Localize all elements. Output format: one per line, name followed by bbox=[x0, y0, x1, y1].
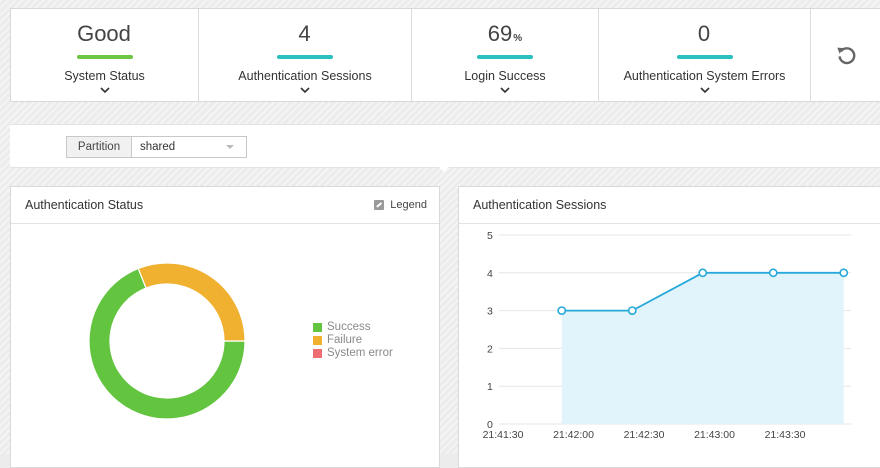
x-tick-label: 21:42:00 bbox=[553, 429, 594, 441]
x-tick-label: 21:41:30 bbox=[483, 429, 524, 441]
panel-header: Authentication Sessions bbox=[459, 187, 880, 224]
stat-value: 0 bbox=[697, 21, 711, 46]
stat-value: 69% bbox=[487, 21, 523, 46]
stat-authentication-system-errors[interactable]: 0 Authentication System Errors bbox=[599, 9, 811, 101]
legend-toggle[interactable]: Legend bbox=[374, 199, 427, 211]
data-point[interactable] bbox=[627, 306, 637, 315]
stat-color-bar bbox=[676, 55, 733, 59]
stat-value: 4 bbox=[298, 21, 311, 46]
legend-swatch bbox=[313, 323, 322, 332]
partition-bar: Partition shared bbox=[10, 124, 880, 168]
x-tick-label: 21:42:30 bbox=[624, 429, 665, 441]
legend-item-system-error: System error bbox=[313, 347, 393, 360]
y-tick-label: 5 bbox=[487, 230, 493, 242]
y-tick-label: 1 bbox=[487, 381, 493, 393]
x-tick-label: 21:43:30 bbox=[765, 429, 806, 441]
stat-color-bar bbox=[477, 55, 533, 59]
y-tick-label: 2 bbox=[487, 343, 493, 355]
donut-legend: Success Failure System error bbox=[313, 321, 393, 360]
partition-select[interactable]: shared bbox=[131, 136, 247, 158]
data-point[interactable] bbox=[698, 268, 708, 278]
panel-header: Authentication Status Legend bbox=[11, 187, 439, 224]
donut-slice-failure bbox=[137, 262, 246, 342]
series-area bbox=[561, 272, 844, 424]
checkbox-icon bbox=[374, 200, 385, 210]
stat-label: System Status bbox=[64, 69, 145, 83]
auth-status-panel: Authentication Status Legend Success Fai… bbox=[10, 186, 440, 468]
y-tick-label: 4 bbox=[487, 268, 493, 280]
legend-swatch bbox=[313, 349, 322, 358]
partition-selected-value: shared bbox=[140, 141, 176, 153]
stat-color-bar bbox=[277, 55, 333, 59]
stat-system-status[interactable]: Good System Status bbox=[11, 9, 199, 101]
data-point[interactable] bbox=[557, 306, 567, 315]
stat-color-bar bbox=[76, 55, 133, 59]
status-summary-bar: Good System Status 4 Authentication Sess… bbox=[10, 8, 880, 102]
data-point[interactable] bbox=[768, 268, 778, 278]
chevron-down-icon[interactable] bbox=[99, 86, 111, 94]
sessions-line-chart: 01234521:41:30 21:42:00 21:42:30 21:43:00 21… bbox=[483, 230, 851, 441]
x-tick-label: 21:43:00 bbox=[694, 429, 735, 441]
refresh-button[interactable] bbox=[811, 9, 880, 101]
pointer-caret bbox=[437, 165, 451, 172]
chevron-down-icon[interactable] bbox=[499, 86, 511, 94]
chevron-down-icon[interactable] bbox=[699, 86, 711, 94]
legend-item-success: Success bbox=[313, 321, 393, 334]
auth-sessions-panel: Authentication Sessions 0 1 2 3 4 5 21:41:30 21… bbox=[458, 186, 880, 468]
stat-label: Authentication System Errors bbox=[623, 69, 786, 83]
stat-label: Login Success bbox=[464, 69, 546, 83]
data-point[interactable] bbox=[839, 268, 849, 278]
stat-login-success[interactable]: 69% Login Success bbox=[412, 9, 599, 101]
refresh-icon bbox=[837, 47, 856, 65]
panel-title: Authentication Status bbox=[25, 198, 144, 212]
stat-label: Authentication Sessions bbox=[238, 69, 372, 83]
stat-value: Good bbox=[77, 21, 131, 46]
chevron-down-icon[interactable] bbox=[299, 86, 311, 94]
partition-label: Partition bbox=[66, 136, 131, 158]
stat-authentication-sessions[interactable]: 4 Authentication Sessions bbox=[199, 9, 412, 101]
legend-toggle-label: Legend bbox=[390, 199, 427, 211]
dropdown-arrow-icon bbox=[226, 145, 234, 149]
panel-title: Authentication Sessions bbox=[473, 198, 607, 212]
legend-item-failure: Failure bbox=[313, 334, 393, 347]
y-tick-label: 3 bbox=[487, 306, 493, 318]
legend-swatch bbox=[313, 336, 322, 345]
